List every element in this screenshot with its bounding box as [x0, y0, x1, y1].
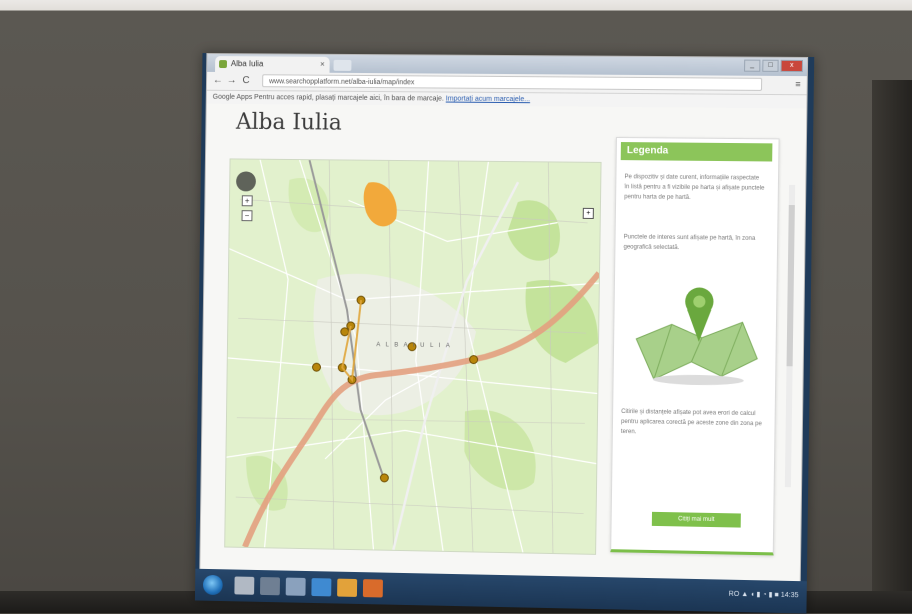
legend-heading: Legenda — [620, 142, 773, 162]
page-scrollbar[interactable] — [784, 184, 796, 488]
address-bar[interactable]: www.searchopplatform.net/alba-iulia/map/… — [262, 74, 763, 91]
favicon-icon — [219, 60, 227, 69]
back-button[interactable]: ← — [213, 75, 223, 86]
map-marker[interactable] — [341, 328, 349, 336]
browser-window: Alba Iulia × _ □ x ← → C www.searchoppla… — [199, 53, 809, 584]
new-tab-button[interactable] — [333, 59, 352, 71]
media-taskbar-icon[interactable] — [362, 579, 383, 598]
legend-paragraph-1: Pe dispozitiv și date curent, informații… — [624, 174, 765, 201]
projected-display: Alba Iulia × _ □ x ← → C www.searchoppla… — [194, 53, 815, 614]
taskbar-app-icon[interactable] — [259, 577, 280, 596]
layer-switcher-button[interactable]: + — [582, 207, 594, 219]
browser-taskbar-icon[interactable] — [311, 578, 332, 597]
pan-control-icon[interactable] — [236, 171, 257, 192]
zoom-out-button[interactable]: − — [241, 210, 253, 222]
import-bookmarks-link[interactable]: Importați acum marcajele... — [446, 96, 530, 104]
bookmarks-bar-text: Google Apps Pentru acces rapid, plasați … — [212, 93, 444, 103]
tab-alba-iulia[interactable]: Alba Iulia × — [215, 56, 330, 73]
page-title: Alba Iulia — [235, 109, 343, 136]
legend-panel: Legenda Pe dispozitiv și date curent, in… — [610, 136, 780, 556]
city-map-label: A L B A I U L I A — [376, 342, 452, 350]
reload-button[interactable]: C — [242, 75, 249, 86]
map-marker[interactable] — [469, 355, 479, 365]
map-controls: + − — [236, 171, 257, 222]
maximize-button[interactable]: □ — [762, 59, 779, 72]
map-pin-illustration — [626, 287, 765, 386]
page-content: Alba Iulia A L B A I U L I A + − + Legen… — [200, 103, 807, 583]
start-button-icon[interactable] — [202, 574, 223, 596]
forward-button[interactable]: → — [227, 75, 237, 86]
read-more-button[interactable]: Citiți mai mult — [651, 511, 741, 528]
map-tiles — [225, 159, 600, 553]
zoom-in-button[interactable]: + — [241, 195, 253, 207]
browser-menu-icon[interactable]: ≡ — [795, 79, 800, 89]
system-tray[interactable]: RO ▲ ◖ ▮ ◔ ▮ ■ 14:35 — [729, 590, 799, 600]
tab-title: Alba Iulia — [230, 59, 264, 69]
map-view[interactable]: A L B A I U L I A + − + — [224, 158, 602, 555]
map-marker[interactable] — [380, 474, 388, 482]
window-controls: _ □ x — [744, 59, 804, 73]
tab-close-icon[interactable]: × — [320, 57, 325, 73]
taskbar-app-icon[interactable] — [285, 577, 306, 596]
folder-taskbar-icon[interactable] — [337, 578, 358, 597]
legend-paragraph-3: Citirile și distanțele afișate pot avea … — [620, 408, 762, 436]
map-marker[interactable] — [313, 363, 321, 371]
legend-paragraph-2: Punctele de interes sunt afișate pe hart… — [623, 234, 756, 252]
close-window-button[interactable]: x — [780, 59, 804, 73]
explorer-taskbar-icon[interactable] — [234, 576, 255, 595]
minimize-button[interactable]: _ — [744, 59, 761, 72]
screen-frame-edge — [872, 80, 912, 613]
scrollbar-thumb[interactable] — [786, 205, 795, 367]
